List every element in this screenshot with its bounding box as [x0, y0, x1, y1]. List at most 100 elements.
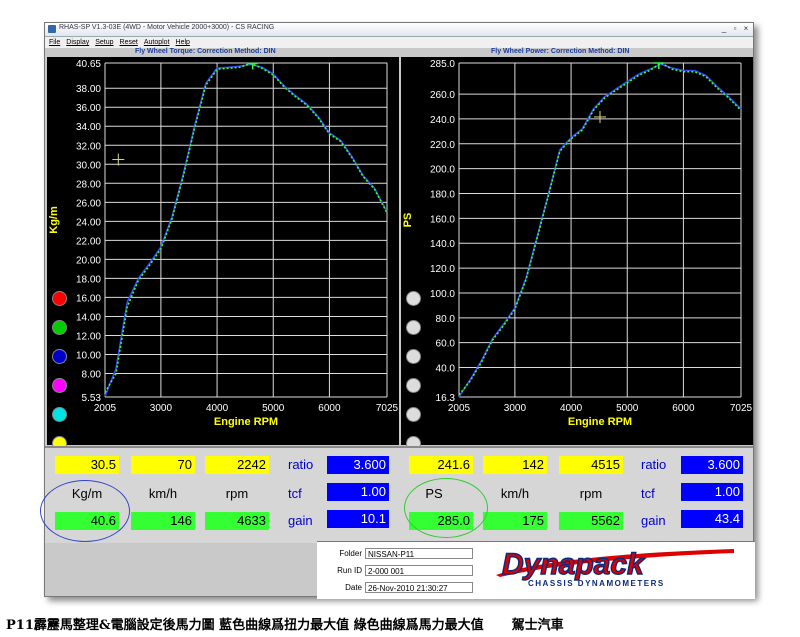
- title-bar: RHAS-SP V1.3-03E (4WD - Motor Vehicle 20…: [45, 23, 753, 37]
- menu-autoplot[interactable]: Autoplot: [144, 37, 170, 48]
- power-peak-rpm: 5562: [559, 512, 623, 530]
- y-tick-label: 30.00: [76, 160, 101, 171]
- y-tick-label: 40.65: [76, 59, 101, 70]
- y-tick-label: 34.00: [76, 122, 101, 133]
- menu-reset[interactable]: Reset: [120, 37, 138, 48]
- app-icon: [48, 25, 56, 33]
- series-line-green: [104, 62, 388, 393]
- caption: P11霹靂馬整理&電腦設定後馬力圖 藍色曲線爲扭力最大值 綠色曲線爲馬力最大值 駕…: [6, 614, 564, 633]
- maximize-button[interactable]: ▫: [731, 24, 739, 34]
- window-title: RHAS-SP V1.3-03E (4WD - Motor Vehicle 20…: [59, 24, 275, 31]
- logo-wordmark: Dynapack: [502, 548, 645, 581]
- y-tick-label: 18.00: [76, 274, 101, 285]
- power-tcf-label: tcf: [641, 486, 655, 501]
- torque-chart-panel: 2005 3000 4000 5000 6000 7025 40.65 38.00 36.00 3…: [47, 57, 399, 451]
- power-chart-panel: 2005 3000 4000 5000 6000 7025 285.0 260.0 240.0 2…: [401, 57, 753, 451]
- menu-help[interactable]: Help: [176, 37, 190, 48]
- power-gain[interactable]: 43.4: [681, 510, 743, 528]
- menu-file[interactable]: File: [49, 37, 60, 48]
- power-cursor-value: 241.6: [409, 456, 473, 474]
- y-tick-label: 260.0: [430, 90, 455, 101]
- y-tick-label: 16.00: [76, 293, 101, 304]
- run-color-swatch[interactable]: [406, 378, 421, 393]
- y-tick-label: 60.0: [436, 339, 456, 350]
- run-color-swatch[interactable]: [52, 378, 67, 393]
- dynapack-logo: Dynapack CHASSIS DYNAMOMETERS: [496, 547, 734, 588]
- date-field: 26-Nov-2010 21:30:27: [365, 582, 473, 593]
- x-tick-label: 4000: [560, 403, 583, 414]
- y-tick-label: 80.0: [436, 314, 456, 325]
- y-tick-label: 38.00: [76, 84, 101, 95]
- runid-label: Run ID: [337, 566, 362, 575]
- run-color-swatch[interactable]: [52, 320, 67, 335]
- y-tick-label: 32.00: [76, 141, 101, 152]
- x-tick-label: 4000: [206, 403, 229, 414]
- power-speed-unit: km/h: [500, 486, 530, 501]
- date-label: Date: [345, 583, 362, 592]
- runid-field: 2-000 001: [365, 565, 473, 576]
- y-tick-label: 24.00: [76, 217, 101, 228]
- y-tick-label: 36.00: [76, 103, 101, 114]
- power-gain-label: gain: [641, 513, 666, 528]
- minimize-button[interactable]: _: [720, 24, 728, 34]
- torque-rpm-unit: rpm: [225, 486, 249, 501]
- y-tick-label: 10.00: [76, 350, 101, 361]
- x-tick-label: 5000: [616, 403, 639, 414]
- torque-ratio[interactable]: 3.600: [327, 456, 389, 474]
- torque-chart-header: Fly Wheel Torque: Correction Method: DIN: [135, 48, 276, 55]
- run-color-swatch[interactable]: [406, 320, 421, 335]
- torque-gain[interactable]: 10.1: [327, 510, 389, 528]
- y-tick-label: 40.0: [436, 364, 456, 375]
- folder-field: NISSAN-P11: [365, 548, 473, 559]
- torque-peak-rpm: 4633: [205, 512, 269, 530]
- y-tick-label: 180.0: [430, 190, 455, 201]
- x-axis-label: Engine RPM: [214, 416, 278, 428]
- y-tick-label: 12.00: [76, 331, 101, 342]
- close-button[interactable]: ×: [742, 24, 750, 34]
- x-tick-label: 7025: [730, 403, 753, 414]
- run-color-swatch[interactable]: [406, 291, 421, 306]
- torque-cursor-rpm: 2242: [205, 456, 269, 474]
- torque-tcf[interactable]: 1.00: [327, 483, 389, 501]
- x-tick-label: 6000: [672, 403, 695, 414]
- y-tick-label: 140.0: [430, 239, 455, 250]
- power-rpm-unit: rpm: [579, 486, 603, 501]
- power-cursor-speed: 142: [483, 456, 547, 474]
- run-color-swatch[interactable]: [406, 349, 421, 364]
- y-tick-label: 120.0: [430, 264, 455, 275]
- power-ratio[interactable]: 3.600: [681, 456, 743, 474]
- torque-cursor-value: 30.5: [55, 456, 119, 474]
- y-tick-label: 8.00: [82, 370, 102, 381]
- series-line-blue: [104, 63, 388, 397]
- y-tick-label: 160.0: [430, 214, 455, 225]
- x-tick-label: 6000: [318, 403, 341, 414]
- run-color-swatch[interactable]: [52, 291, 67, 306]
- menu-setup[interactable]: Setup: [95, 37, 113, 48]
- x-axis-label: Engine RPM: [568, 416, 632, 428]
- torque-chart: 2005 3000 4000 5000 6000 7025 40.65 38.00 36.00 3…: [48, 59, 399, 428]
- y-tick-label: 200.0: [430, 165, 455, 176]
- x-tick-label: 3000: [150, 403, 173, 414]
- run-color-swatch[interactable]: [52, 407, 67, 422]
- menu-bar: File Display Setup Reset Autoplot Help: [45, 37, 753, 48]
- x-tick-label: 7025: [376, 403, 399, 414]
- y-tick-label: 22.00: [76, 236, 101, 247]
- torque-gain-label: gain: [288, 513, 313, 528]
- run-color-swatch[interactable]: [52, 349, 67, 364]
- power-cursor-rpm: 4515: [559, 456, 623, 474]
- power-tcf[interactable]: 1.00: [681, 483, 743, 501]
- y-axis-label: PS: [402, 213, 414, 228]
- torque-tcf-label: tcf: [288, 486, 302, 501]
- run-color-swatch[interactable]: [406, 407, 421, 422]
- x-tick-label: 2005: [94, 403, 117, 414]
- power-peak-speed: 175: [483, 512, 547, 530]
- torque-peak-speed: 146: [131, 512, 195, 530]
- menu-display[interactable]: Display: [66, 37, 89, 48]
- x-tick-label: 5000: [262, 403, 285, 414]
- y-tick-label: 5.53: [82, 393, 102, 404]
- readout-area: 30.5 70 2242 ratio 3.600 Kg/m km/h rpm t…: [45, 446, 753, 543]
- torque-ratio-label: ratio: [288, 457, 314, 472]
- power-chart: 2005 3000 4000 5000 6000 7025 285.0 260.0 240.0 2…: [402, 59, 753, 428]
- torque-peak-circle: [40, 480, 130, 542]
- y-tick-label: 26.00: [76, 198, 101, 209]
